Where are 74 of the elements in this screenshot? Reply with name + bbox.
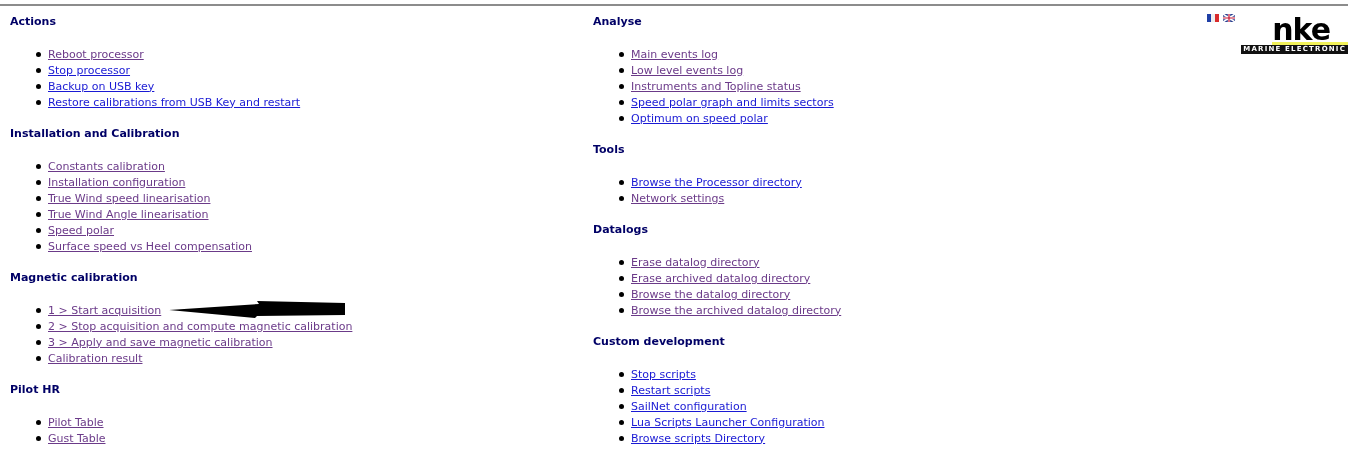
bullet-icon xyxy=(36,307,41,313)
section-heading: Pilot HR xyxy=(10,383,61,397)
bullet-icon xyxy=(619,403,624,409)
menu-link[interactable]: Speed polar graph and limits sectors xyxy=(631,95,834,109)
bullet-icon xyxy=(36,355,41,361)
menu-link[interactable]: Stop processor xyxy=(48,63,131,77)
bullet-icon xyxy=(619,99,624,105)
menu-link[interactable]: SailNet configuration xyxy=(631,399,747,413)
bullet-icon xyxy=(619,371,624,377)
bullet-icon xyxy=(619,259,624,265)
bullet-icon xyxy=(619,179,624,185)
menu-link[interactable]: 3 > Apply and save magnetic calibration xyxy=(48,335,273,349)
menu-link[interactable]: Erase datalog directory xyxy=(631,255,760,269)
menu-link[interactable]: Backup on USB key xyxy=(48,79,155,93)
menu-link[interactable]: Surface speed vs Heel compensation xyxy=(48,239,252,253)
section-heading: Datalogs xyxy=(593,223,649,237)
bullet-icon xyxy=(619,51,624,57)
bullet-icon xyxy=(36,83,41,89)
bullet-icon xyxy=(36,323,41,329)
menu-link[interactable]: True Wind speed linearisation xyxy=(48,191,211,205)
section-heading: Installation and Calibration xyxy=(10,127,181,141)
section-heading: Custom development xyxy=(593,335,726,349)
menu-link[interactable]: Stop scripts xyxy=(631,367,696,381)
menu-link[interactable]: Instruments and Topline status xyxy=(631,79,801,93)
section-heading: Analyse xyxy=(593,15,643,29)
menu-link[interactable]: Browse the Processor directory xyxy=(631,175,802,189)
menu-link[interactable]: Low level events log xyxy=(631,63,744,77)
menu-link[interactable]: Browse scripts Directory xyxy=(631,431,766,445)
bullet-icon xyxy=(619,291,624,297)
section-heading: Magnetic calibration xyxy=(10,271,139,285)
flag-icon[interactable] xyxy=(1207,14,1220,22)
menu-link[interactable]: Restart scripts xyxy=(631,383,711,397)
bullet-icon xyxy=(36,435,41,441)
bullet-icon xyxy=(619,307,624,313)
menu-link[interactable]: Restore calibrations from USB Key and restart xyxy=(48,95,301,109)
bullet-icon xyxy=(619,67,624,73)
menu-link[interactable]: Optimum on speed polar xyxy=(631,111,768,125)
menu-link[interactable]: 2 > Stop acquisition and compute magnetic calibration xyxy=(48,319,353,333)
menu-link[interactable]: True Wind Angle linearisation xyxy=(48,207,209,221)
bullet-icon xyxy=(619,115,624,121)
bullet-icon xyxy=(36,67,41,73)
bullet-icon xyxy=(619,435,624,441)
bullet-icon xyxy=(619,387,624,393)
bullet-icon xyxy=(36,243,41,249)
menu-link[interactable]: Reboot processor xyxy=(48,47,144,61)
bullet-icon xyxy=(619,419,624,425)
bullet-icon xyxy=(36,195,41,201)
bullet-icon xyxy=(619,83,624,89)
bullet-icon xyxy=(36,163,41,169)
section-heading: Actions xyxy=(10,15,57,29)
menu-link[interactable]: Erase archived datalog directory xyxy=(631,271,811,285)
menu-link[interactable]: Browse the archived datalog directory xyxy=(631,303,842,317)
flag-icon[interactable] xyxy=(1223,14,1236,22)
menu-link[interactable]: Browse the datalog directory xyxy=(631,287,791,301)
menu-link[interactable]: Network settings xyxy=(631,191,725,205)
menu-link[interactable]: Gust Table xyxy=(48,431,106,445)
bullet-icon xyxy=(619,275,624,281)
bullet-icon xyxy=(36,51,41,57)
menu-link[interactable]: Constants calibration xyxy=(48,159,165,173)
bullet-icon xyxy=(36,211,41,217)
menu-link[interactable]: Speed polar xyxy=(48,223,114,237)
bullet-icon xyxy=(619,195,624,201)
menu-link[interactable]: Installation configuration xyxy=(48,175,186,189)
menu-link[interactable]: Main events log xyxy=(631,47,719,61)
menu-link[interactable]: Pilot Table xyxy=(48,415,104,429)
section-heading: Tools xyxy=(593,143,626,157)
bullet-icon xyxy=(36,179,41,185)
bullet-icon xyxy=(36,227,41,233)
menu-link[interactable]: Lua Scripts Launcher Configuration xyxy=(631,415,825,429)
bullet-icon xyxy=(36,99,41,105)
menu-link[interactable]: Calibration result xyxy=(48,351,143,365)
bullet-icon xyxy=(36,339,41,345)
bullet-icon xyxy=(36,419,41,425)
menu-link[interactable]: 1 > Start acquisition xyxy=(48,303,162,317)
